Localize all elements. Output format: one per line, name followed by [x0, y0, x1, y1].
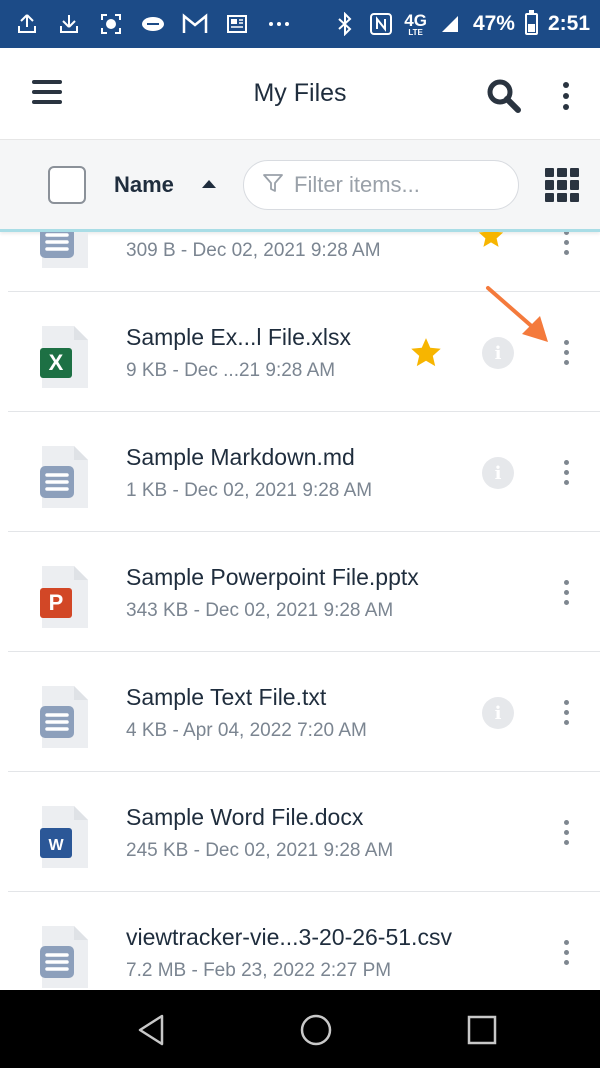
file-options-icon[interactable]: [558, 574, 574, 610]
grid-view-icon[interactable]: [545, 168, 579, 202]
home-icon[interactable]: [298, 1012, 334, 1048]
signal-icon: [437, 11, 463, 37]
more-notifications-icon: [266, 11, 292, 37]
info-icon[interactable]: i: [482, 697, 514, 729]
clock: 2:51: [547, 12, 590, 35]
file-row[interactable]: 309 B - Dec 02, 2021 9:28 AM: [8, 232, 600, 292]
favorite-star-icon[interactable]: [408, 336, 444, 370]
presentation-file-icon: P: [36, 564, 92, 630]
network-subtype: LTE: [408, 27, 423, 37]
network-type-label: 4G LTE: [404, 12, 427, 37]
select-all-checkbox[interactable]: [48, 166, 86, 204]
file-meta: 7.2 MB - Feb 23, 2022 2:27 PM: [126, 960, 392, 981]
file-name: Sample Ex...l File.xlsx: [126, 324, 351, 350]
document-file-icon: [36, 232, 92, 270]
upload-notification-icon: [14, 11, 40, 37]
recent-apps-icon[interactable]: [464, 1012, 500, 1048]
more-options-icon[interactable]: [552, 76, 580, 116]
document-file-icon: [36, 684, 92, 750]
file-name: Sample Text File.txt: [126, 684, 327, 710]
document-file-icon: [36, 444, 92, 510]
sort-by-name-button[interactable]: Name: [114, 172, 174, 198]
app-bar: My Files: [0, 48, 600, 140]
list-toolbar: Name: [0, 140, 600, 232]
battery-percent: 47%: [472, 12, 515, 35]
svg-text:W: W: [48, 837, 64, 854]
android-nav-bar: [0, 990, 600, 1068]
file-meta: 343 KB - Dec 02, 2021 9:28 AM: [126, 600, 394, 621]
file-options-icon[interactable]: [558, 694, 574, 730]
file-row[interactable]: Sample Markdown.md 1 KB - Dec 02, 2021 9:…: [8, 412, 600, 532]
file-row[interactable]: Sample Text File.txt 4 KB - Apr 04, 2022 …: [8, 652, 600, 772]
info-icon[interactable]: i: [482, 457, 514, 489]
favorite-star-icon[interactable]: [476, 232, 506, 250]
download-notification-icon: [56, 11, 82, 37]
file-options-icon[interactable]: [558, 454, 574, 490]
document-file-icon: [36, 924, 92, 990]
filter-icon: [262, 172, 284, 199]
nfc-icon: [368, 11, 394, 37]
file-row[interactable]: viewtracker-vie...3-20-26-51.csv 7.2 MB -…: [8, 892, 600, 990]
file-options-icon[interactable]: [558, 232, 574, 260]
annotation-arrow-icon: [486, 286, 548, 342]
svg-text:P: P: [49, 590, 64, 615]
file-options-icon[interactable]: [558, 334, 574, 370]
file-name: Sample Markdown.md: [126, 444, 355, 470]
network-type: 4G: [404, 10, 427, 30]
sort-ascending-icon[interactable]: [202, 180, 216, 188]
file-meta: 309 B - Dec 02, 2021 9:28 AM: [126, 240, 381, 261]
svg-text:X: X: [49, 350, 64, 375]
filter-field[interactable]: [243, 160, 519, 210]
screen-record-icon: [98, 11, 124, 37]
file-options-icon[interactable]: [558, 934, 574, 970]
news-icon: [224, 11, 250, 37]
battery-icon: [524, 10, 538, 35]
nfl-icon: [140, 11, 166, 37]
file-row[interactable]: W Sample Word File.docx 245 KB - Dec 02, 2…: [8, 772, 600, 892]
file-name: viewtracker-vie...3-20-26-51.csv: [126, 924, 452, 950]
status-bar: 4G LTE 47% 2:51: [0, 0, 600, 48]
word-file-icon: W: [36, 804, 92, 870]
file-meta: 1 KB - Dec 02, 2021 9:28 AM: [126, 480, 373, 501]
filter-input[interactable]: [294, 172, 494, 198]
file-meta: 4 KB - Apr 04, 2022 7:20 AM: [126, 720, 367, 741]
notification-icons: [14, 11, 332, 37]
file-name: Sample Word File.docx: [126, 804, 364, 830]
file-meta: 9 KB - Dec ...21 9:28 AM: [126, 360, 336, 381]
bluetooth-icon: [332, 11, 358, 37]
file-options-icon[interactable]: [558, 814, 574, 850]
file-name: Sample Powerpoint File.pptx: [126, 564, 419, 590]
search-icon[interactable]: [484, 76, 524, 116]
back-icon[interactable]: [134, 1012, 170, 1048]
battery-fill: [527, 23, 535, 32]
system-status: 4G LTE 47% 2:51: [332, 10, 590, 37]
gmail-icon: [182, 11, 208, 37]
file-row[interactable]: P Sample Powerpoint File.pptx 343 KB - Dec…: [8, 532, 600, 652]
spreadsheet-file-icon: X: [36, 324, 92, 390]
file-meta: 245 KB - Dec 02, 2021 9:28 AM: [126, 840, 394, 861]
